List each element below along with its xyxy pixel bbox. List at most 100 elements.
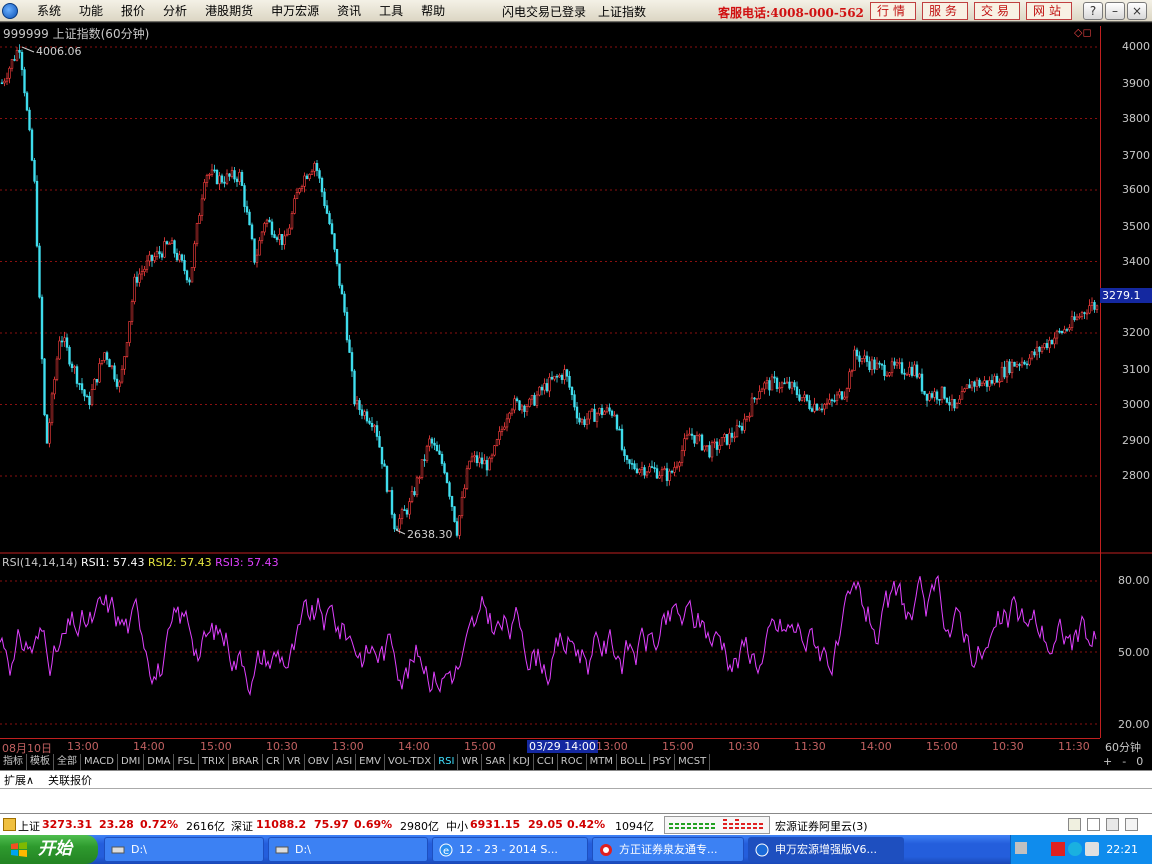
taskbar-item-browser[interactable]: e 12 - 23 - 2014 S... [432,837,588,862]
candle-body [1015,364,1019,367]
candle-body [215,169,219,185]
tab-kdj[interactable]: KDJ [509,754,534,770]
candle-body [650,466,654,468]
candle-body [633,463,636,470]
candle-body [840,391,844,400]
tray-arrow-icon[interactable] [1015,842,1027,854]
tab-fsl[interactable]: FSL [174,754,199,770]
tab-vr[interactable]: VR [283,754,305,770]
tab-obv[interactable]: OBV [304,754,333,770]
candle-body [143,268,146,272]
candle-body [600,407,604,415]
time-label: 13:00 [596,740,628,753]
candle-body [515,398,519,402]
tab-brar[interactable]: BRAR [228,754,263,770]
tray-volume-icon[interactable] [1085,842,1099,856]
price-chart[interactable] [0,0,1152,738]
tab-psy[interactable]: PSY [649,754,676,770]
candle-body [93,378,96,390]
candle-body [750,397,754,417]
period-selector[interactable]: 60分钟 [1105,739,1141,755]
tab-trix[interactable]: TRIX [198,754,229,770]
candle-body [160,253,164,258]
tab-vol-tdx[interactable]: VOL-TDX [384,754,436,770]
candle-body [105,352,109,360]
candle-body [653,467,656,469]
tab-mcst[interactable]: MCST [675,754,711,770]
candle-body [828,399,831,404]
candle-body [783,382,786,385]
tab-asi[interactable]: ASI [333,754,357,770]
zoom-out-button[interactable]: - [1122,755,1126,768]
candle-body [765,380,769,384]
tab-template[interactable]: 模板 [27,754,54,770]
zoom-reset-button[interactable]: 0 [1136,755,1143,768]
tab-dma[interactable]: DMA [144,754,175,770]
status-window-icon[interactable] [1068,818,1081,831]
chart-title: 999999 上证指数(60分钟) [3,27,150,41]
expand-button[interactable]: 扩展∧ [4,772,34,788]
candle-body [1040,347,1044,352]
start-button[interactable]: 开始 [0,835,98,864]
tab-dmi[interactable]: DMI [117,754,145,770]
candle-body [110,365,114,368]
tab-all[interactable]: 全部 [54,754,81,770]
candle-body [175,252,179,261]
zoom-in-button[interactable]: + [1103,755,1112,768]
candle-body [1005,361,1009,378]
tray-network-icon[interactable] [1068,842,1082,856]
candle-body [730,432,734,438]
candle-body [853,349,856,371]
tab-mtm[interactable]: MTM [586,754,617,770]
candle-body [1055,330,1059,339]
tray-cross-icon[interactable] [1051,842,1065,856]
taskbar-item-label: 方正证券泉友通专... [619,843,718,856]
candle-body [405,509,409,515]
taskbar-item-label: 12 - 23 - 2014 S... [459,843,558,856]
candle-body [560,374,564,380]
candle-body [360,409,364,416]
tab-macd[interactable]: MACD [81,754,118,770]
candle-body [520,405,524,411]
chart-options-icon[interactable]: ◇◻ [1074,26,1092,39]
price-tick: 3100 [1122,363,1150,376]
candle-body [953,399,956,409]
tab-emv[interactable]: EMV [356,754,385,770]
candle-body [95,378,99,383]
candle-body [113,365,116,380]
tab-boll[interactable]: BOLL [616,754,650,770]
candle-body [445,472,449,483]
taskbar-item-explorer-2[interactable]: D:\ [268,837,428,862]
candle-body [1038,346,1041,352]
candle-body [708,445,711,458]
candle-body [425,445,429,461]
tab-indicator[interactable]: 指标 [0,754,27,770]
taskbar-item-explorer[interactable]: D:\ [104,837,264,862]
candle-body [243,185,246,207]
related-quote-button[interactable]: 关联报价 [48,772,92,788]
candle-body [383,463,386,467]
candle-body [260,231,264,241]
candle-body [510,409,514,414]
candle-body [210,169,214,175]
candle-body [453,506,456,522]
tab-sar[interactable]: SAR [482,754,510,770]
candle-body [478,457,481,464]
status-lock-icon[interactable] [3,818,16,831]
status-signal-icon[interactable] [1087,818,1100,831]
rsi3-value: RSI3: 57.43 [215,556,279,569]
candle-body [628,459,631,464]
candle-body [758,391,761,400]
candle-body [295,192,299,200]
tab-cci[interactable]: CCI [533,754,558,770]
tab-wr[interactable]: WR [458,754,483,770]
taskbar-item-swhy[interactable]: 申万宏源增强版V6... [748,837,904,862]
tab-rsi[interactable]: RSI [435,754,459,770]
tab-cr[interactable]: CR [263,754,284,770]
status-lock2-icon[interactable] [1125,818,1138,831]
status-scissors-icon[interactable] [1106,818,1119,831]
stock-app-window: 系统 功能 报价 分析 港股期货 申万宏源 资讯 工具 帮助 闪电交易已登录 上… [0,0,1152,864]
candle-body [325,205,329,214]
taskbar-item-founder[interactable]: 方正证券泉友通专... [592,837,744,862]
tab-roc[interactable]: ROC [557,754,587,770]
